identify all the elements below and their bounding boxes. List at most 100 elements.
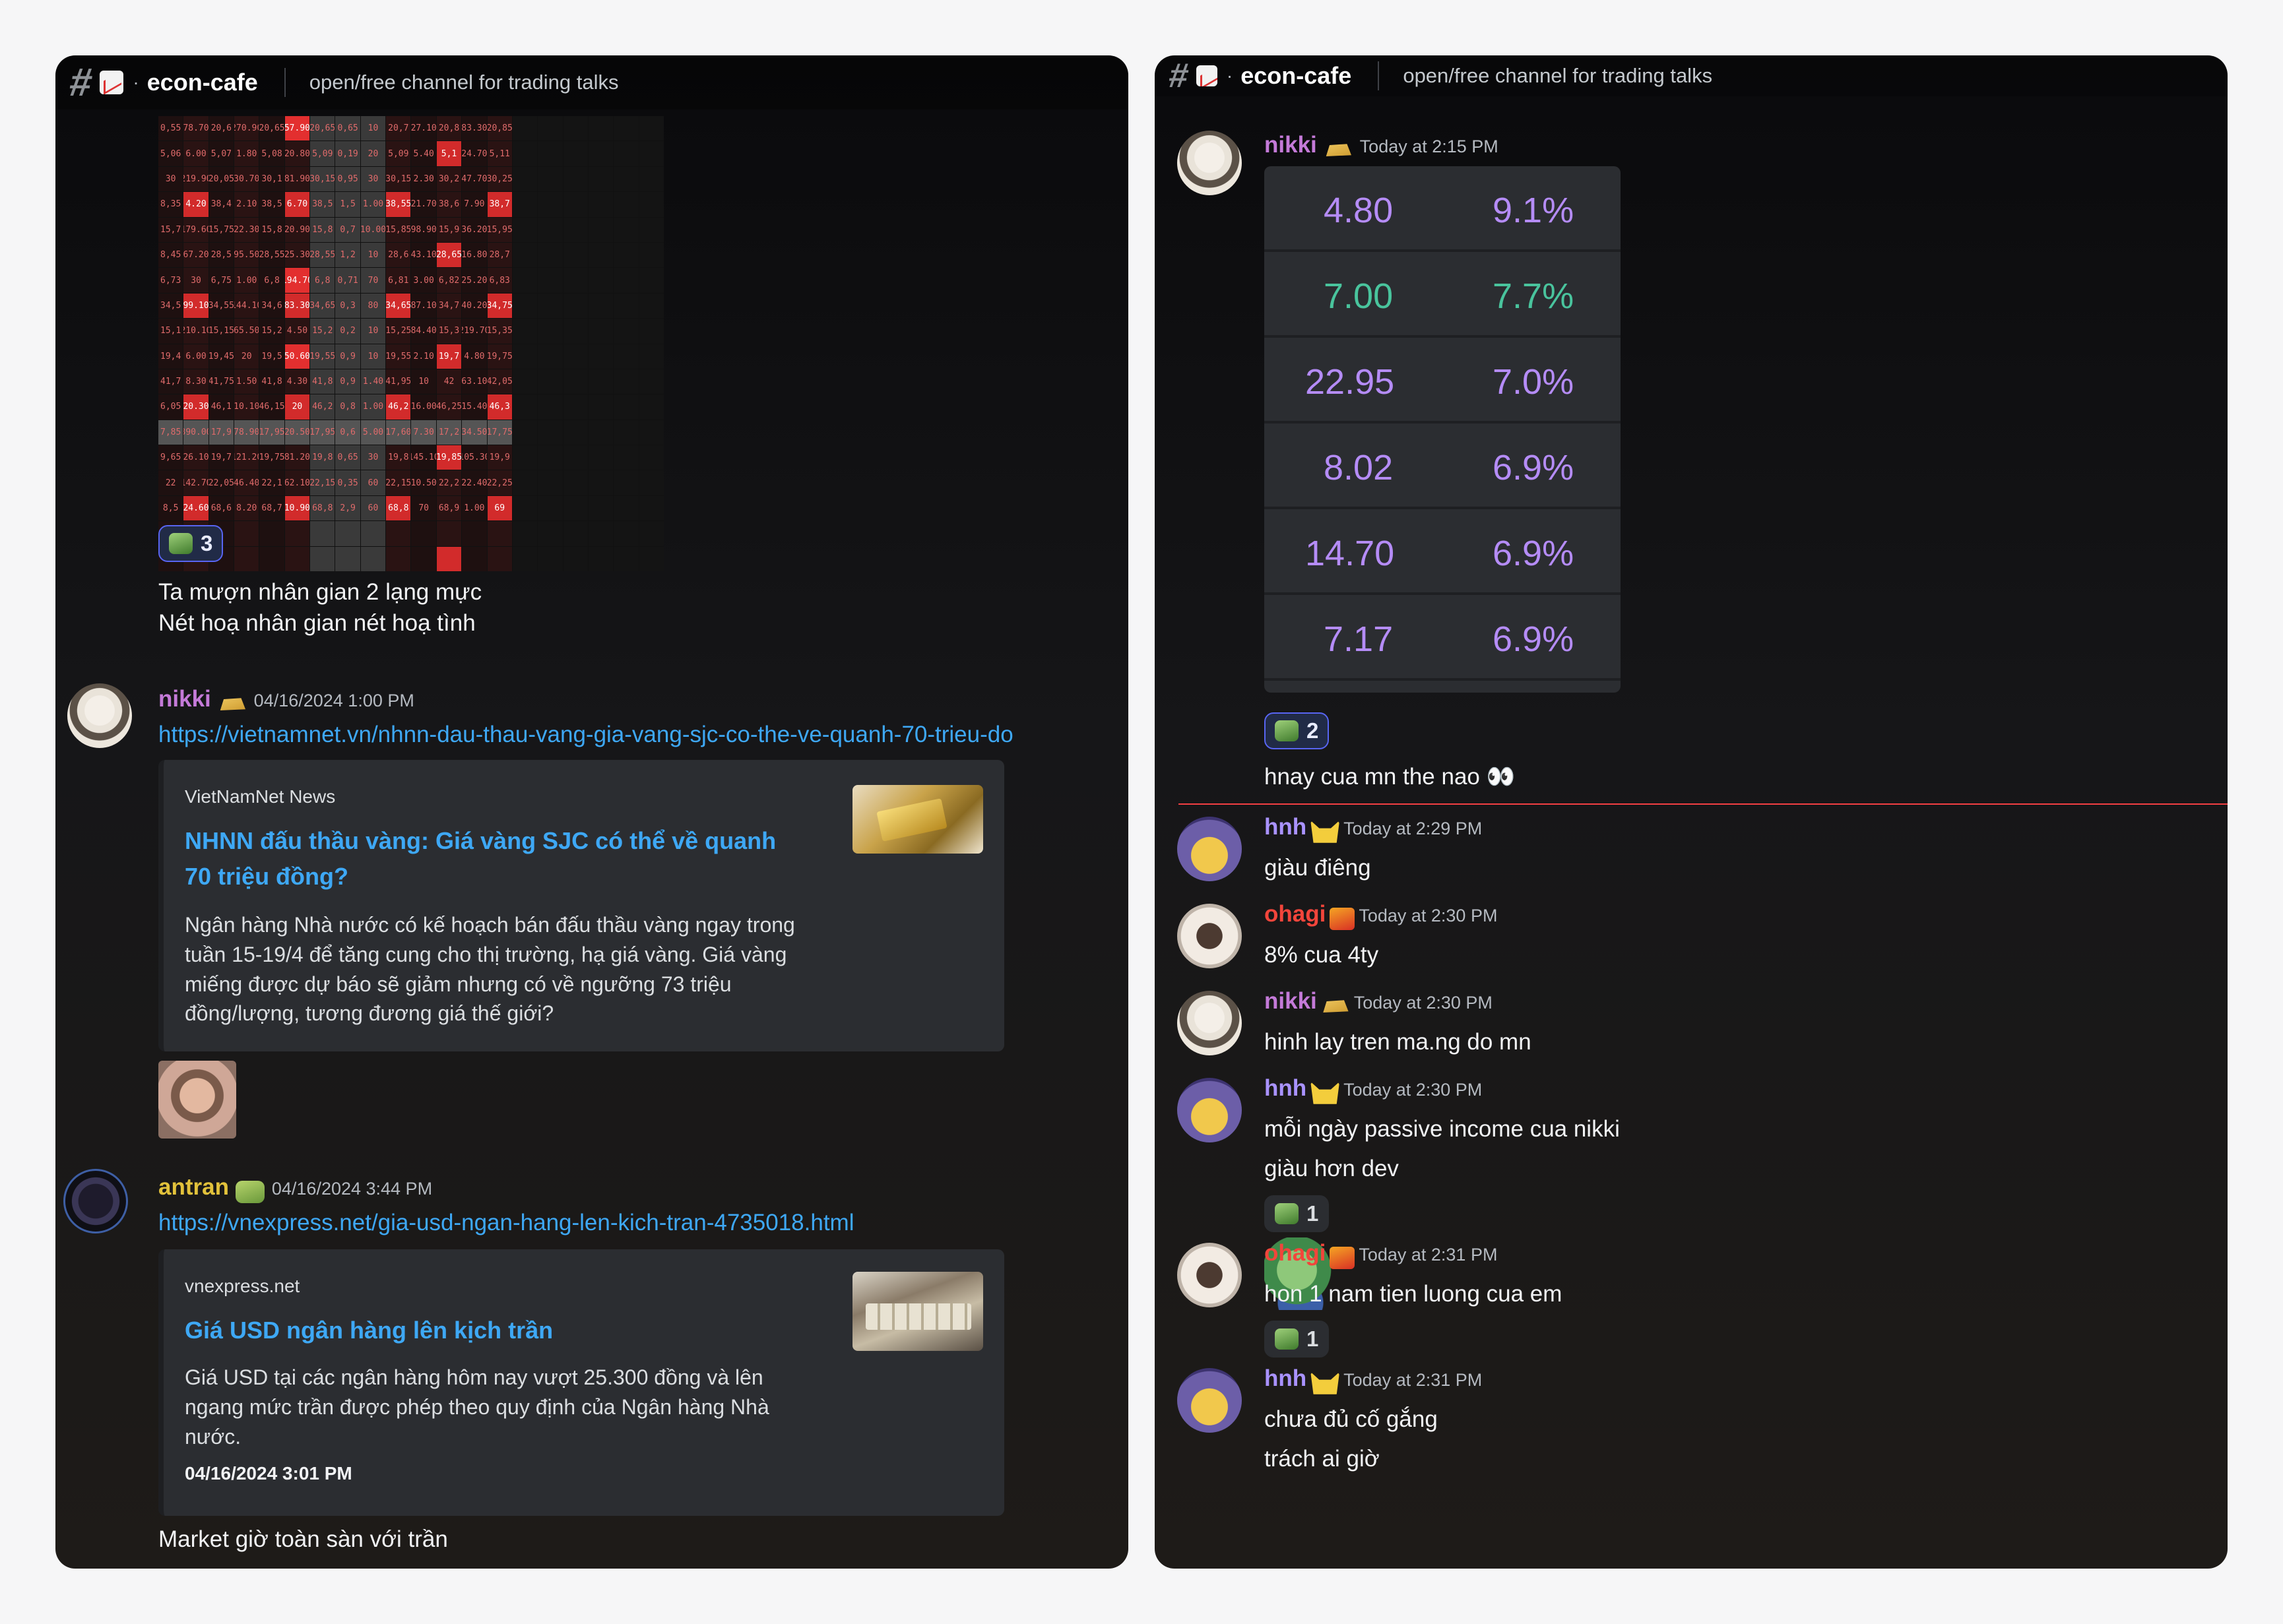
heatmap-cell: 60: [360, 470, 386, 495]
heatmap-cell: [512, 319, 538, 344]
username[interactable]: nikki: [1264, 132, 1317, 158]
heatmap-cell: 4.30: [284, 369, 310, 394]
message-link[interactable]: https://vietnamnet.vn/nhnn-dau-thau-vang…: [158, 722, 1013, 748]
price-value: 7.17: [1324, 619, 1394, 659]
heatmap-cell: 30,1: [259, 166, 284, 192]
message-header: hnh Today at 2:30 PM: [1264, 1075, 1482, 1104]
heatmap-cell: 17,95: [310, 420, 335, 445]
message-header: ohagi Today at 2:30 PM: [1264, 901, 1497, 930]
heatmap-cell: 26.10: [183, 445, 209, 470]
heatmap-cell: [639, 369, 664, 394]
reaction-frog[interactable]: 1: [1264, 1321, 1330, 1358]
heatmap-cell: 34,6: [259, 293, 284, 319]
reaction-frog[interactable]: 3: [158, 525, 224, 562]
avatar-hnh[interactable]: [1177, 1078, 1242, 1142]
heatmap-cell: [512, 192, 538, 217]
heatmap-cell: 34,75: [487, 293, 512, 319]
embed-title[interactable]: Giá USD ngân hàng lên kịch trần: [185, 1313, 792, 1348]
username[interactable]: antran: [158, 1174, 229, 1200]
avatar-hnh[interactable]: [1177, 1368, 1242, 1433]
channel-name[interactable]: econ-cafe: [1240, 62, 1351, 90]
heatmap-cell: 80: [360, 293, 386, 319]
heatmap-cell: 38,55: [386, 192, 411, 217]
heatmap-cell: [512, 420, 538, 445]
percent-value: 6.9%: [1493, 448, 1574, 487]
username[interactable]: nikki: [158, 686, 211, 712]
price-table-image[interactable]: 4.80 9.1% 7.00 7.7% 22.95 7.0% 8.02 6.9% 14.70 6.…: [1264, 166, 1621, 693]
reaction-frog[interactable]: 2: [1264, 712, 1330, 749]
frog-emoji-icon: [169, 533, 193, 554]
heatmap-cell: [588, 116, 614, 141]
avatar-antran[interactable]: [63, 1169, 128, 1234]
channel-name[interactable]: econ-cafe: [147, 69, 258, 96]
heatmap-cell: 30,15: [386, 166, 411, 192]
heatmap-cell: [512, 166, 538, 192]
heatmap-cell: 62.10: [284, 470, 310, 495]
heatmap-cell: 194.70: [284, 268, 310, 293]
heatmap-cell: [588, 166, 614, 192]
avatar-ohagi[interactable]: [1177, 904, 1242, 968]
username[interactable]: hnh: [1264, 814, 1306, 840]
username[interactable]: nikki: [1264, 988, 1317, 1014]
avatar-nikki[interactable]: [1177, 131, 1242, 195]
heatmap-cell: 34,7: [436, 293, 462, 319]
price-value: 22.95: [1305, 362, 1395, 402]
avatar-ohagi[interactable]: [1177, 1243, 1242, 1307]
heatmap-cell: 57.90: [284, 116, 310, 141]
reaction-image[interactable]: [158, 1061, 236, 1139]
heatmap-image[interactable]: 0,5578.7020,6270.9020,6557.9020,650,6510…: [158, 116, 664, 571]
avatar-nikki[interactable]: [67, 683, 132, 748]
heatmap-cell: 22,2: [436, 470, 462, 495]
heatmap-cell: 105.30: [462, 445, 487, 470]
heatmap-cell: [639, 242, 664, 268]
heatmap-cell: 70: [411, 495, 436, 521]
username[interactable]: hnh: [1264, 1365, 1306, 1391]
heatmap-cell: [512, 445, 538, 470]
heatmap-cell: [538, 470, 563, 495]
embed-title[interactable]: NHNN đấu thầu vàng: Giá vàng SJC có thể …: [185, 823, 792, 894]
heatmap-cell: [588, 521, 614, 546]
heatmap-cell: 30: [183, 268, 209, 293]
message-line: giàu hơn dev: [1264, 1156, 1399, 1181]
heatmap-cell: [538, 217, 563, 242]
username[interactable]: hnh: [1264, 1075, 1306, 1101]
heatmap-cell: [538, 369, 563, 394]
heatmap-cell: 87.10: [411, 293, 436, 319]
heatmap-cell: 84.40: [411, 319, 436, 344]
heatmap-cell: [563, 268, 588, 293]
embed-provider[interactable]: vnexpress.net: [185, 1276, 300, 1297]
avatar-hnh[interactable]: [1177, 817, 1242, 881]
reaction-frog[interactable]: 1: [1264, 1195, 1330, 1232]
heatmap-cell: 15,8: [259, 217, 284, 242]
heatmap-cell: 1,2: [335, 242, 360, 268]
heatmap-cell: [310, 546, 335, 571]
heatmap-cell: [614, 268, 639, 293]
message-link[interactable]: https://vnexpress.net/gia-usd-ngan-hang-…: [158, 1210, 854, 1236]
heatmap-cell: [614, 192, 639, 217]
username[interactable]: ohagi: [1264, 1240, 1326, 1266]
embed-thumbnail[interactable]: [852, 785, 983, 854]
heatmap-cell: 0,9: [335, 344, 360, 369]
heatmap-cell: [563, 495, 588, 521]
heatmap-cell: 0,19: [335, 141, 360, 166]
heatmap-cell: 7.90: [462, 192, 487, 217]
heatmap-cell: 68,8: [386, 495, 411, 521]
timestamp: Today at 2:29 PM: [1343, 819, 1483, 838]
heatmap-cell: [538, 420, 563, 445]
heatmap-cell: [639, 394, 664, 420]
heatmap-cell: [538, 116, 563, 141]
embed-thumbnail[interactable]: [852, 1272, 983, 1351]
heatmap-cell: 22: [158, 470, 183, 495]
heatmap-cell: [588, 369, 614, 394]
username[interactable]: ohagi: [1264, 901, 1326, 927]
heatmap-cell: 1.00: [234, 268, 259, 293]
heatmap-cell: 27.10: [411, 116, 436, 141]
avatar-nikki[interactable]: [1177, 991, 1242, 1055]
heatmap-cell: [538, 495, 563, 521]
price-value: 7.00: [1324, 276, 1394, 316]
heatmap-cell: [436, 546, 462, 571]
embed-provider[interactable]: VietNamNet News: [185, 786, 335, 807]
heatmap-cell: [588, 445, 614, 470]
heatmap-cell: 2.10: [234, 192, 259, 217]
heatmap-cell: [512, 242, 538, 268]
